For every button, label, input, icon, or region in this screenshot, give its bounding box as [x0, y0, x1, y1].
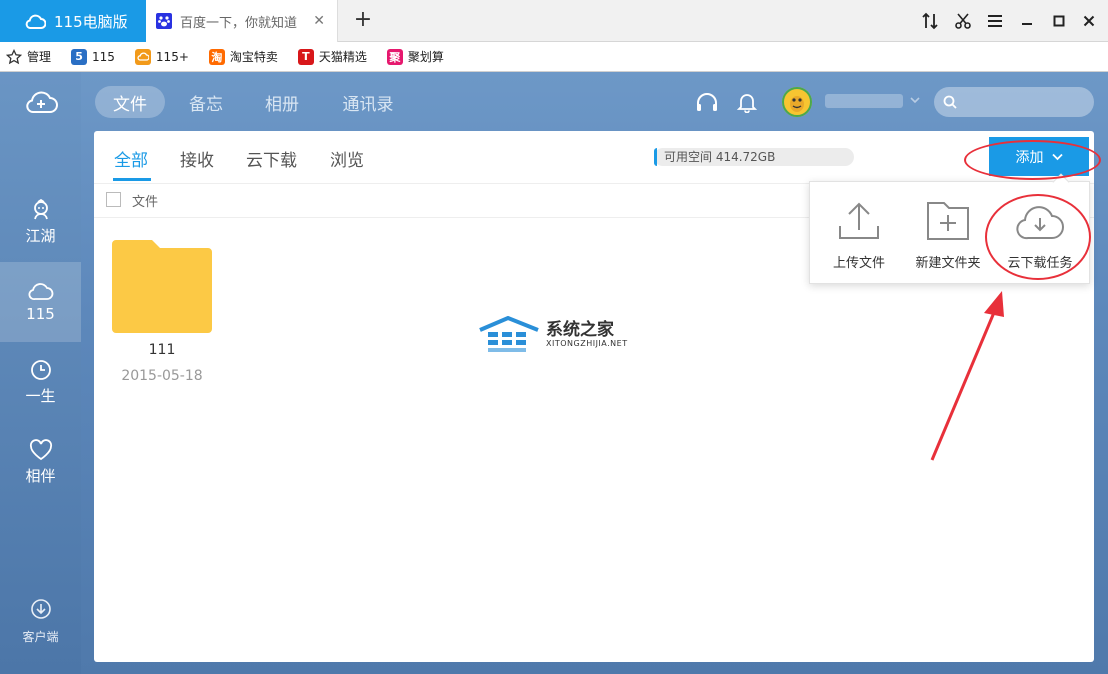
bookmarks-bar: 管理 5 115 115+ 淘 淘宝特卖 T 天猫精选 聚 聚划算	[0, 42, 1108, 72]
cloud-logo-icon	[134, 48, 151, 65]
client-label: 客户端	[22, 630, 59, 644]
bookmark-115-plus[interactable]: 115+	[134, 48, 189, 65]
tab-baidu[interactable]: 百度一下，你就知道 ✕	[146, 0, 338, 42]
bookmark-label: 管理	[27, 50, 52, 64]
search-input[interactable]	[962, 87, 1088, 117]
headphones-icon[interactable]	[695, 91, 719, 113]
nav-tab-album[interactable]: 相册	[252, 86, 312, 118]
bookmark-tmall[interactable]: T 天猫精选	[297, 48, 367, 65]
close-icon[interactable]: ✕	[313, 13, 325, 29]
clock-icon	[30, 359, 52, 381]
bookmark-taobao[interactable]: 淘 淘宝特卖	[208, 48, 278, 65]
sidebar-item-label: 115	[26, 305, 55, 323]
sidebar-item-xiangban[interactable]: 相伴	[0, 422, 81, 502]
select-all-checkbox[interactable]	[106, 192, 121, 207]
juhuasuan-icon: 聚	[386, 48, 403, 65]
upload-icon	[837, 200, 881, 242]
bookmark-label: 115	[92, 49, 115, 64]
folder-name[interactable]: 111	[112, 342, 212, 358]
sidebar-item-label: 江湖	[25, 226, 56, 245]
menu-item-label: 新建文件夹	[915, 256, 981, 271]
tab-browse[interactable]: 浏览	[330, 146, 364, 171]
bell-icon[interactable]	[736, 91, 758, 113]
bookmark-label: 115+	[155, 49, 189, 64]
tab-115[interactable]: 115电脑版	[0, 0, 146, 42]
maximize-icon[interactable]	[1048, 11, 1070, 31]
bookmark-label: 天猫精选	[318, 50, 367, 64]
heart-icon	[29, 438, 53, 461]
bookmark-115[interactable]: 5 115	[71, 48, 115, 65]
sidebar-item-jianghu[interactable]: 江湖	[0, 182, 81, 262]
sidebar-item-yisheng[interactable]: 一生	[0, 342, 81, 422]
annotation-circle-add	[964, 140, 1101, 180]
username-blurred	[825, 94, 903, 108]
column-header-file: 文件	[132, 195, 159, 210]
tmall-icon: T	[297, 48, 314, 65]
sidebar-item-label: 相伴	[25, 466, 56, 485]
sidebar-item-label: 一生	[25, 386, 56, 405]
search-box[interactable]	[934, 87, 1094, 117]
watermark-logo-icon	[478, 316, 542, 356]
watermark-subtitle: XITONGZHIJIA.NET	[546, 339, 628, 348]
annotation-arrow	[920, 285, 1020, 465]
bookmark-juhuasuan[interactable]: 聚 聚划算	[386, 48, 444, 65]
menu-item-label: 上传文件	[832, 256, 885, 271]
baidu-paw-icon	[156, 13, 172, 29]
menu-item-new-folder[interactable]: 新建文件夹	[903, 200, 993, 271]
tab-received[interactable]: 接收	[180, 146, 214, 171]
minimize-icon[interactable]	[1016, 11, 1038, 31]
cloud-icon	[28, 281, 54, 301]
chevron-down-icon[interactable]	[910, 96, 920, 104]
annotation-circle-cloud-task	[985, 194, 1091, 280]
bookmark-manage[interactable]: 管理	[6, 48, 51, 65]
storage-quota-bar: 可用空间 414.72GB	[654, 148, 854, 166]
115-logo-icon: 5	[71, 48, 88, 65]
add-cloud-icon[interactable]	[24, 88, 58, 114]
avatar[interactable]	[782, 87, 812, 117]
folder-date: 2015-05-18	[121, 368, 203, 384]
taobao-icon: 淘	[208, 48, 225, 65]
nav-tab-contacts[interactable]: 通讯录	[328, 86, 408, 118]
split-icon[interactable]	[919, 11, 941, 31]
close-window-icon[interactable]	[1078, 11, 1100, 31]
jianghu-icon	[30, 198, 52, 221]
star-icon	[6, 48, 22, 65]
nav-tab-memo[interactable]: 备忘	[176, 86, 236, 118]
quota-text: 可用空间 414.72GB	[664, 150, 776, 164]
bookmark-label: 聚划算	[407, 50, 444, 64]
new-folder-icon	[925, 200, 971, 242]
bookmark-label: 淘宝特卖	[229, 50, 278, 64]
nav-tab-files[interactable]: 文件	[95, 86, 165, 118]
tab-cloud-download[interactable]: 云下载	[246, 146, 297, 171]
quota-fill	[654, 148, 657, 166]
sidebar-item-115[interactable]: 115	[0, 262, 81, 342]
tab-label: 115电脑版	[54, 12, 128, 31]
active-tab-indicator	[113, 178, 151, 181]
menu-icon[interactable]	[984, 11, 1006, 31]
folder-icon[interactable]	[112, 240, 212, 333]
cloud-logo-icon	[24, 13, 46, 29]
menu-item-upload[interactable]: 上传文件	[814, 200, 904, 271]
scissors-icon[interactable]	[952, 11, 974, 31]
client-download[interactable]: 客户端	[0, 598, 81, 662]
new-tab-button[interactable]: +	[352, 9, 374, 31]
tab-label: 百度一下，你就知道	[180, 15, 298, 31]
tab-all[interactable]: 全部	[114, 146, 148, 171]
download-circle-icon	[30, 598, 52, 620]
search-icon	[943, 95, 957, 109]
watermark-title: 系统之家	[546, 320, 614, 340]
